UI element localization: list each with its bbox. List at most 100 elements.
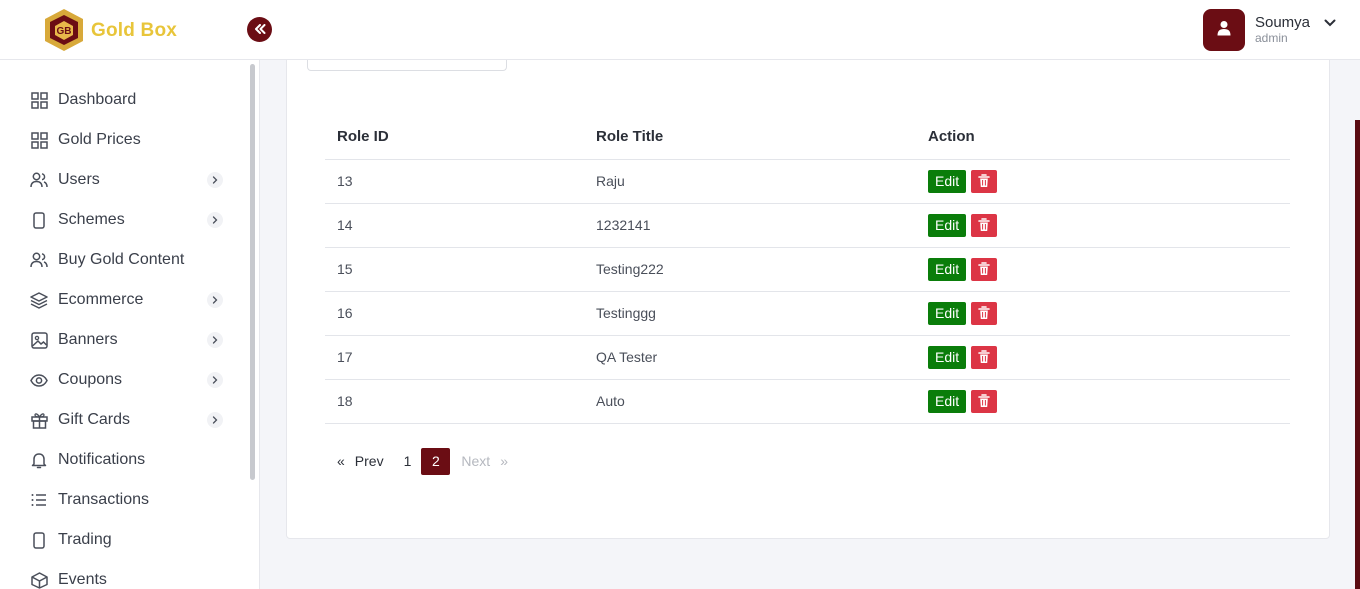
table-row: 13 Raju Edit: [325, 159, 1290, 204]
chevron-right-icon[interactable]: [207, 292, 223, 308]
sidebar-item-buy-gold-content[interactable]: Buy Gold Content: [0, 240, 259, 280]
table-header-row: Role ID Role Title Action: [325, 115, 1290, 160]
avatar: [1202, 9, 1245, 51]
delete-button[interactable]: [971, 389, 998, 413]
role-title-cell: Testing222: [584, 247, 916, 292]
sidebar-item-label: Gold Prices: [58, 131, 141, 148]
gold-box-logo[interactable]: GB: [42, 7, 86, 53]
users-icon: [30, 171, 48, 189]
prev-page-link[interactable]: Prev: [355, 453, 384, 469]
column-header-role-title: Role Title: [584, 115, 916, 160]
sidebar-item-label: Schemes: [58, 211, 125, 228]
sidebar-item-dashboard[interactable]: Dashboard: [0, 80, 259, 120]
eye-icon: [30, 371, 48, 389]
edit-button[interactable]: Edit: [928, 169, 967, 193]
users-icon: [30, 251, 48, 269]
column-header-action: Action: [916, 115, 1290, 160]
delete-button[interactable]: [971, 301, 998, 325]
trash-icon: [978, 262, 990, 276]
edit-button[interactable]: Edit: [928, 345, 967, 369]
sidebar-item-events[interactable]: Events: [0, 560, 259, 589]
column-header-role-id: Role ID: [325, 115, 584, 160]
brand-name: Gold Box: [91, 20, 178, 41]
sidebar-item-users[interactable]: Users: [0, 160, 259, 200]
chevron-right-icon[interactable]: [207, 372, 223, 388]
bell-icon: [30, 451, 48, 469]
sidebar-item-label: Trading: [58, 531, 112, 548]
sidebar-item-transactions[interactable]: Transactions: [0, 480, 259, 520]
user-role: admin: [1254, 30, 1288, 45]
table-row: 18 Auto Edit: [325, 379, 1290, 424]
role-id-cell: 14: [325, 203, 584, 248]
sidebar-item-banners[interactable]: Banners: [0, 320, 259, 360]
user-icon: [1217, 20, 1231, 41]
table-row: 15 Testing222 Edit: [325, 247, 1290, 292]
sidebar-item-gold-prices[interactable]: Gold Prices: [0, 120, 259, 160]
sidebar-item-coupons[interactable]: Coupons: [0, 360, 259, 400]
sidebar-item-label: Transactions: [58, 491, 149, 508]
grid-icon: [30, 131, 48, 149]
gift-icon: [30, 411, 48, 429]
table-row: 14 1232141 Edit: [325, 203, 1290, 248]
sidebar-item-label: Ecommerce: [58, 291, 144, 308]
sidebar-item-label: Gift Cards: [58, 411, 131, 428]
action-cell: Edit: [916, 335, 1290, 380]
page-scrollbar[interactable]: [1355, 120, 1360, 589]
role-id-cell: 18: [325, 379, 584, 424]
chevron-down-icon[interactable]: [1324, 14, 1336, 32]
roles-card: Role ID Role Title Action 13 Raju Edit 14 12…: [286, 40, 1330, 539]
chevron-right-icon[interactable]: [207, 412, 223, 428]
sidebar-item-ecommerce[interactable]: Ecommerce: [0, 280, 259, 320]
role-title-cell: 1232141: [584, 203, 916, 248]
sidebar-item-label: Buy Gold Content: [58, 251, 185, 268]
role-title-cell: QA Tester: [584, 335, 916, 380]
role-id-cell: 15: [325, 247, 584, 292]
next-arrow: »: [500, 453, 508, 469]
chevron-right-icon[interactable]: [207, 212, 223, 228]
table-row: 16 Testinggg Edit: [325, 291, 1290, 336]
sidebar-item-notifications[interactable]: Notifications: [0, 440, 259, 480]
delete-button[interactable]: [971, 257, 998, 281]
top-header: GB Gold Box Soumya admin: [0, 0, 1360, 60]
edit-button[interactable]: Edit: [928, 257, 967, 281]
sidebar-item-label: Banners: [58, 331, 118, 348]
sidebar-scrollbar[interactable]: [250, 64, 255, 480]
collapse-sidebar-button[interactable]: [247, 17, 272, 42]
role-id-cell: 17: [325, 335, 584, 380]
action-cell: Edit: [916, 379, 1290, 424]
edit-button[interactable]: Edit: [928, 213, 967, 237]
delete-button[interactable]: [971, 345, 998, 369]
double-chevron-left-icon: [254, 21, 266, 39]
edit-button[interactable]: Edit: [928, 389, 967, 413]
trash-icon: [978, 350, 990, 364]
action-cell: Edit: [916, 291, 1290, 336]
sidebar: Dashboard Gold Prices Users Schemes Buy Gold…: [0, 60, 260, 589]
sidebar-item-schemes[interactable]: Schemes: [0, 200, 259, 240]
image-icon: [30, 331, 48, 349]
trash-icon: [978, 218, 990, 232]
sidebar-item-trading[interactable]: Trading: [0, 520, 259, 560]
trash-icon: [978, 174, 990, 188]
svg-text:GB: GB: [57, 26, 72, 37]
next-page-link: Next: [461, 453, 491, 469]
chevron-right-icon[interactable]: [207, 332, 223, 348]
phone-icon: [30, 211, 48, 229]
page-link-2-active[interactable]: 2: [421, 447, 451, 475]
sidebar-item-gift-cards[interactable]: Gift Cards: [0, 400, 259, 440]
roles-table: Role ID Role Title Action 13 Raju Edit 14 12…: [325, 115, 1290, 424]
user-name: Soumya: [1254, 14, 1310, 32]
delete-button[interactable]: [971, 213, 998, 237]
edit-button[interactable]: Edit: [928, 301, 967, 325]
phone-icon: [30, 531, 48, 549]
delete-button[interactable]: [971, 169, 998, 193]
role-title-cell: Raju: [584, 159, 916, 204]
user-menu[interactable]: Soumya admin: [1202, 9, 1336, 51]
chevron-right-icon[interactable]: [207, 172, 223, 188]
sidebar-item-label: Coupons: [58, 371, 123, 388]
sidebar-item-label: Users: [58, 171, 100, 188]
sidebar-item-label: Notifications: [58, 451, 146, 468]
role-id-cell: 13: [325, 159, 584, 204]
page-link-1[interactable]: 1: [404, 453, 412, 469]
prev-arrow[interactable]: «: [337, 453, 345, 469]
grid-icon: [30, 91, 48, 109]
